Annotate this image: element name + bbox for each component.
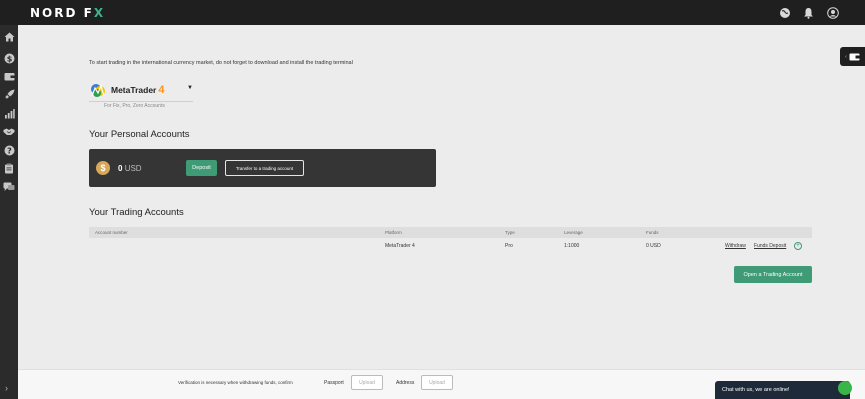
column-header: Funds	[646, 230, 659, 235]
deposit-button[interactable]: Deposit	[186, 160, 217, 176]
column-header: Type	[505, 230, 515, 235]
wallet-tab[interactable]: ‹	[840, 47, 865, 66]
chat-icon[interactable]	[3, 181, 15, 193]
clipboard-icon[interactable]	[3, 162, 15, 174]
chat-status-icon[interactable]	[838, 381, 852, 395]
user-icon[interactable]	[826, 6, 839, 19]
bell-icon[interactable]	[802, 6, 815, 19]
logo[interactable]: NORD FX	[30, 6, 105, 20]
balance: 0 USD	[118, 164, 142, 173]
passport-label: Passport	[324, 380, 344, 386]
rocket-icon[interactable]	[3, 88, 15, 100]
open-trading-account-button[interactable]: Open a Trading Account	[734, 266, 812, 283]
platform-cell: MetaTrader 4	[385, 243, 415, 249]
table-row: MetaTrader 4 Pro 1:1000 0 USD Withdraw F…	[89, 238, 812, 255]
top-bar: NORD FX	[0, 0, 865, 25]
passport-upload-button[interactable]: Upload	[351, 375, 383, 390]
logo-text: NORD F	[30, 6, 94, 20]
funds-cell: 0 USD	[646, 243, 661, 249]
dollar-icon[interactable]: $	[3, 52, 15, 64]
metatrader-logo	[91, 84, 105, 97]
svg-text:?: ?	[7, 146, 12, 155]
wallet-icon[interactable]	[3, 70, 15, 82]
chevron-left-icon: ‹	[845, 53, 847, 60]
column-header: Leverage	[564, 230, 583, 235]
logo-x: X	[93, 6, 106, 20]
chart-icon[interactable]	[3, 107, 15, 119]
sidebar: $ ? ›	[0, 25, 18, 399]
personal-accounts-heading: Your Personal Accounts	[89, 129, 190, 140]
platform-subtitle: For Fix, Pro, Zero Accounts	[104, 103, 165, 109]
address-upload-button[interactable]: Upload	[421, 375, 453, 390]
dollar-coin-icon: $	[96, 161, 110, 175]
column-header: Platform	[385, 230, 402, 235]
platform-select[interactable]: MetaTrader 4 ▼	[89, 79, 193, 102]
wallet-tab-icon	[849, 53, 860, 60]
chat-widget[interactable]: Chat with us, we are online!	[715, 381, 850, 399]
type-cell: Pro	[505, 243, 513, 249]
intro-text: To start trading in the international cu…	[89, 60, 353, 66]
trading-accounts-heading: Your Trading Accounts	[89, 207, 184, 218]
leverage-cell: 1:1000	[564, 243, 580, 249]
table-header: Account number Platform Type Leverage Fu…	[89, 227, 812, 238]
transfer-button[interactable]: Transfer to a trading account	[225, 160, 304, 176]
help-icon[interactable]: ?	[3, 144, 15, 156]
column-header: Account number	[95, 230, 128, 235]
chevron-down-icon: ▼	[187, 85, 193, 91]
address-label: Address	[396, 380, 415, 386]
globe-icon[interactable]	[778, 6, 791, 19]
add-icon[interactable]: +	[794, 242, 802, 250]
platform-name: MetaTrader 4	[111, 84, 165, 96]
handshake-icon[interactable]	[3, 125, 15, 137]
personal-account-card: $ 0 USD Deposit Transfer to a trading ac…	[89, 149, 436, 187]
withdraw-link[interactable]: Withdraw	[725, 243, 746, 249]
svg-text:$: $	[6, 54, 12, 63]
sidebar-expand-icon[interactable]: ›	[5, 383, 8, 393]
funds-deposit-link[interactable]: Funds Deposit	[754, 243, 786, 249]
home-icon[interactable]	[3, 31, 15, 43]
verification-text: Verification is necessary when withdrawi…	[178, 380, 293, 385]
